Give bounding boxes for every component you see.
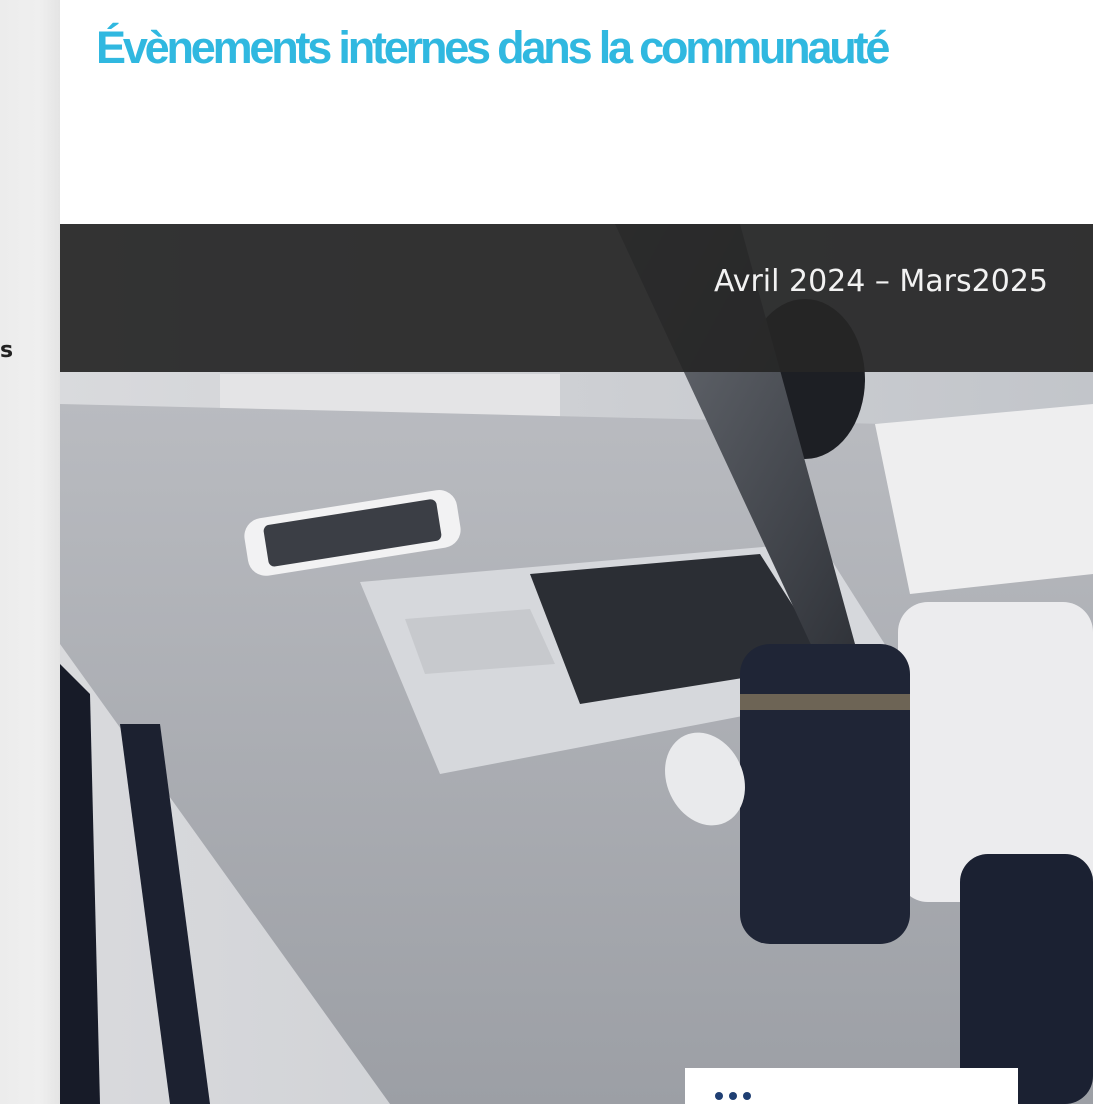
logo-card [685, 1068, 1018, 1104]
side-fragment-text: s [0, 338, 14, 363]
left-margin-strip [0, 0, 60, 1104]
logo-icon [715, 1092, 751, 1100]
page-title: Évènements internes dans la communauté [96, 22, 890, 73]
hero-photo: Avril 2024 – Mars2025 [60, 224, 1093, 1104]
period-label: Avril 2024 – Mars2025 [713, 264, 1048, 299]
date-band: Avril 2024 – Mars2025 [60, 224, 1093, 372]
